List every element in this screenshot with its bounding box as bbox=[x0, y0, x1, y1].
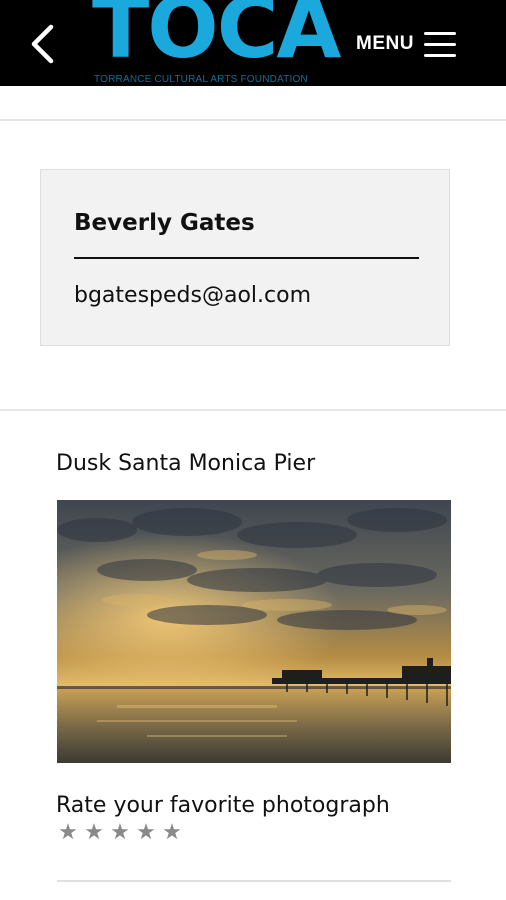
section-divider bbox=[0, 409, 506, 411]
entry-divider bbox=[57, 880, 451, 882]
star-rating[interactable]: ★ ★ ★ ★ ★ bbox=[56, 822, 184, 844]
star-icon[interactable]: ★ bbox=[134, 822, 158, 844]
chevron-left-icon bbox=[31, 24, 54, 64]
photo-title: Dusk Santa Monica Pier bbox=[56, 451, 316, 476]
star-icon[interactable]: ★ bbox=[108, 822, 132, 844]
photographer-email[interactable]: bgatespeds@aol.com bbox=[74, 283, 311, 308]
photographer-name: Beverly Gates bbox=[74, 210, 255, 236]
section-divider bbox=[0, 119, 506, 121]
app-header: TOCA TORRANCE CULTURAL ARTS FOUNDATION M… bbox=[0, 0, 506, 86]
toca-logo[interactable]: TOCA TORRANCE CULTURAL ARTS FOUNDATION bbox=[92, 0, 354, 86]
back-button[interactable] bbox=[22, 22, 62, 66]
pier-photograph[interactable] bbox=[57, 500, 451, 763]
rate-label: Rate your favorite photograph bbox=[56, 793, 390, 818]
star-icon[interactable]: ★ bbox=[82, 822, 106, 844]
star-icon[interactable]: ★ bbox=[160, 822, 184, 844]
name-underline bbox=[74, 257, 419, 259]
photo-image bbox=[57, 500, 451, 763]
menu-button[interactable]: MENU bbox=[356, 26, 456, 62]
photographer-card: Beverly Gates bgatespeds@aol.com bbox=[40, 169, 450, 346]
star-icon[interactable]: ★ bbox=[56, 822, 80, 844]
logo-subtitle: TORRANCE CULTURAL ARTS FOUNDATION bbox=[94, 74, 308, 85]
menu-label: MENU bbox=[356, 33, 414, 54]
hamburger-icon bbox=[423, 30, 456, 58]
logo-wordmark: TOCA bbox=[92, 0, 341, 77]
